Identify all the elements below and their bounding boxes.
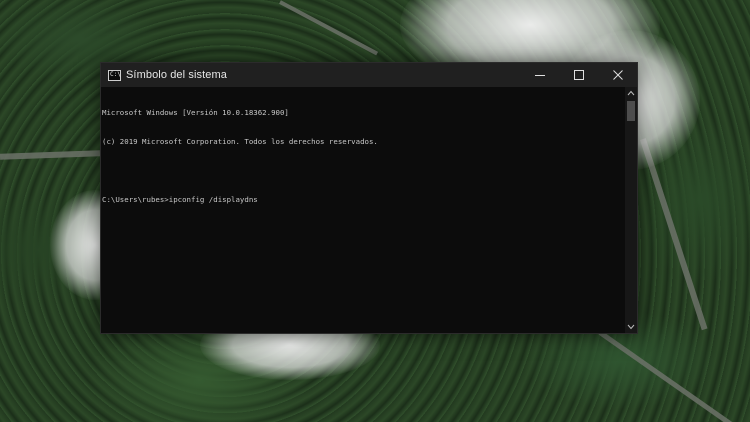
scroll-up-button[interactable] bbox=[625, 87, 637, 99]
road bbox=[598, 330, 741, 422]
console-output[interactable]: Microsoft Windows [Versión 10.0.18362.90… bbox=[101, 87, 625, 333]
close-icon bbox=[612, 70, 623, 80]
command-prompt-window[interactable]: C:\ Símbolo del sistema Microsoft Window… bbox=[100, 62, 638, 334]
road bbox=[0, 150, 101, 160]
cmd-icon[interactable]: C:\ bbox=[108, 69, 121, 81]
scroll-down-button[interactable] bbox=[625, 321, 637, 333]
maximize-icon bbox=[573, 70, 584, 80]
console-prompt-line: C:\Users\rubes>ipconfig /displaydns bbox=[102, 194, 258, 204]
window-title: Símbolo del sistema bbox=[126, 69, 227, 81]
title-bar[interactable]: C:\ Símbolo del sistema bbox=[101, 63, 637, 87]
console-line: (c) 2019 Microsoft Corporation. Todos lo… bbox=[102, 136, 378, 146]
road bbox=[279, 0, 379, 56]
chevron-up-icon bbox=[627, 90, 635, 96]
minimize-icon bbox=[534, 75, 545, 76]
console-line: Microsoft Windows [Versión 10.0.18362.90… bbox=[102, 108, 289, 118]
cmd-icon-text: C:\ bbox=[110, 70, 121, 78]
chevron-down-icon bbox=[627, 324, 635, 330]
minimize-button[interactable] bbox=[520, 63, 559, 87]
close-button[interactable] bbox=[598, 63, 637, 87]
scroll-thumb[interactable] bbox=[627, 101, 635, 121]
vertical-scrollbar[interactable] bbox=[625, 87, 637, 333]
maximize-button[interactable] bbox=[559, 63, 598, 87]
window-controls bbox=[520, 63, 637, 87]
